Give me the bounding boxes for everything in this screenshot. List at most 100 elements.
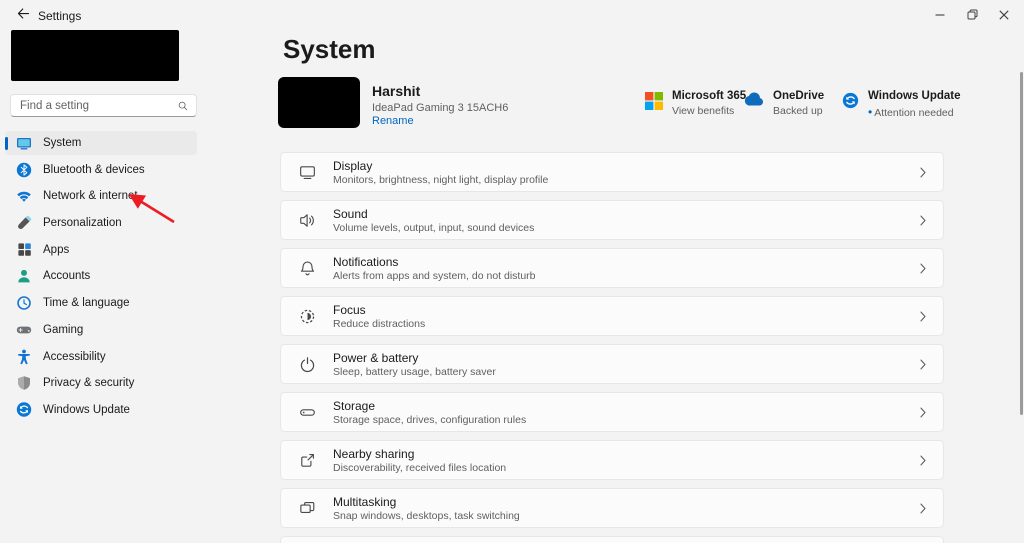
row-title: Multitasking (333, 494, 397, 509)
sidebar-item-apps[interactable]: Apps (5, 238, 197, 262)
window-controls (924, 0, 1020, 30)
chevron-right-icon (919, 358, 927, 371)
status-card-onedrive[interactable]: OneDrive Backed up (742, 90, 824, 117)
row-subtitle: Monitors, brightness, night light, displ… (333, 173, 549, 186)
sidebar-item-privacy-security[interactable]: Privacy & security (5, 371, 197, 395)
status-card-subtitle: • Attention needed (868, 105, 961, 119)
status-card-microsoft-365[interactable]: Microsoft 365 View benefits (645, 90, 746, 117)
device-model: IdeaPad Gaming 3 15ACH6 (372, 102, 509, 114)
row-subtitle: Sleep, battery usage, battery saver (333, 365, 496, 378)
row-subtitle: Reduce distractions (333, 317, 426, 330)
status-card-subtitle: Backed up (773, 105, 823, 117)
chevron-right-icon (919, 166, 927, 179)
sidebar-item-personalization[interactable]: Personalization (5, 211, 197, 235)
sidebar-item-label: Windows Update (43, 403, 130, 416)
accounts-icon (16, 268, 32, 284)
status-card-title: OneDrive (773, 90, 825, 102)
windows-update-icon (842, 92, 859, 114)
search-input[interactable] (11, 99, 178, 112)
sidebar-item-label: Bluetooth & devices (43, 163, 145, 176)
settings-row-nearby-sharing[interactable]: Nearby sharing Discoverability, received … (280, 440, 944, 480)
accessibility-icon (16, 349, 32, 365)
onedrive-cloud-icon (742, 92, 764, 112)
status-card-title: Windows Update (868, 90, 961, 102)
chevron-right-icon (919, 214, 927, 227)
row-title: Storage (333, 398, 376, 413)
search-box[interactable] (10, 94, 197, 117)
restore-button[interactable] (956, 0, 988, 30)
settings-row-notifications[interactable]: Notifications Alerts from apps and system… (280, 248, 944, 288)
settings-row-storage[interactable]: Storage Storage space, drives, configurat… (280, 392, 944, 432)
bluetooth-icon (16, 162, 32, 178)
sidebar-item-windows-update[interactable]: Windows Update (5, 398, 197, 422)
gaming-icon (16, 322, 32, 338)
titlebar: Settings (0, 0, 1024, 30)
chevron-right-icon (919, 406, 927, 419)
sidebar-item-label: Apps (43, 243, 70, 256)
window-title: Settings (38, 9, 82, 23)
close-button[interactable] (988, 0, 1020, 30)
settings-row-display[interactable]: Display Monitors, brightness, night light… (280, 152, 944, 192)
sidebar-item-label: Personalization (43, 217, 122, 230)
scrollbar-thumb[interactable] (1020, 72, 1023, 415)
sidebar-item-label: Accounts (43, 270, 91, 283)
sidebar-item-label: Gaming (43, 323, 84, 336)
sidebar-item-gaming[interactable]: Gaming (5, 318, 197, 342)
notifications-icon (297, 258, 317, 278)
sidebar-item-label: Accessibility (43, 350, 106, 363)
sidebar-item-label: Privacy & security (43, 377, 135, 390)
attention-dot: • (868, 105, 873, 119)
row-subtitle: Snap windows, desktops, task switching (333, 509, 520, 522)
sidebar-item-system[interactable]: System (5, 131, 197, 155)
apps-icon (16, 242, 32, 258)
focus-icon (297, 306, 317, 326)
display-icon (297, 162, 317, 182)
settings-row-sound[interactable]: Sound Volume levels, output, input, sound… (280, 200, 944, 240)
system-icon (16, 135, 32, 151)
search-icon (178, 100, 196, 112)
sidebar-item-accounts[interactable]: Accounts (5, 264, 197, 288)
sidebar-item-accessibility[interactable]: Accessibility (5, 345, 197, 369)
status-card-windows-update[interactable]: Windows Update • Attention needed (842, 90, 961, 119)
row-subtitle: Volume levels, output, input, sound devi… (333, 221, 535, 234)
sidebar-item-bluetooth-devices[interactable]: Bluetooth & devices (5, 158, 197, 182)
device-name: Harshit (372, 83, 421, 99)
settings-row-partial[interactable] (280, 536, 944, 543)
sidebar-nav: System Bluetooth & devices Network & inter… (5, 131, 197, 422)
settings-row-focus[interactable]: Focus Reduce distractions (280, 296, 944, 336)
storage-icon (297, 402, 317, 422)
sidebar-item-label: System (43, 137, 82, 149)
restore-icon (967, 8, 978, 23)
personalization-icon (16, 215, 32, 231)
back-arrow-icon (16, 6, 31, 24)
multitasking-icon (297, 498, 317, 518)
user-profile-image-redacted (11, 30, 179, 81)
nearby-sharing-icon (297, 450, 317, 470)
status-card-title: Microsoft 365 (672, 90, 747, 102)
sidebar-item-label: Network & internet (43, 190, 138, 203)
status-card-subtitle-text: Attention needed (874, 107, 954, 119)
sidebar-item-time-language[interactable]: Time & language (5, 291, 197, 315)
sidebar-item-network-internet[interactable]: Network & internet (5, 184, 197, 208)
sidebar-item-label: Time & language (43, 297, 130, 310)
row-title: Focus (333, 302, 366, 317)
settings-row-multitasking[interactable]: Multitasking Snap windows, desktops, task… (280, 488, 944, 528)
rename-link[interactable]: Rename (372, 115, 414, 127)
row-title: Notifications (333, 254, 399, 269)
chevron-right-icon (919, 262, 927, 275)
close-icon (999, 8, 1009, 23)
power-icon (297, 354, 317, 374)
status-card-subtitle: View benefits (672, 105, 735, 117)
row-title: Nearby sharing (333, 446, 415, 461)
chevron-right-icon (919, 310, 927, 323)
settings-rows: Display Monitors, brightness, night light… (280, 152, 944, 543)
minimize-icon (935, 8, 945, 23)
back-button[interactable] (10, 4, 36, 26)
row-title: Sound (333, 206, 368, 221)
microsoft-logo-icon (645, 92, 663, 115)
settings-row-power-battery[interactable]: Power & battery Sleep, battery usage, bat… (280, 344, 944, 384)
device-avatar-redacted (278, 77, 360, 128)
row-subtitle: Discoverability, received files location (333, 461, 507, 474)
page-title: System (283, 34, 376, 64)
minimize-button[interactable] (924, 0, 956, 30)
